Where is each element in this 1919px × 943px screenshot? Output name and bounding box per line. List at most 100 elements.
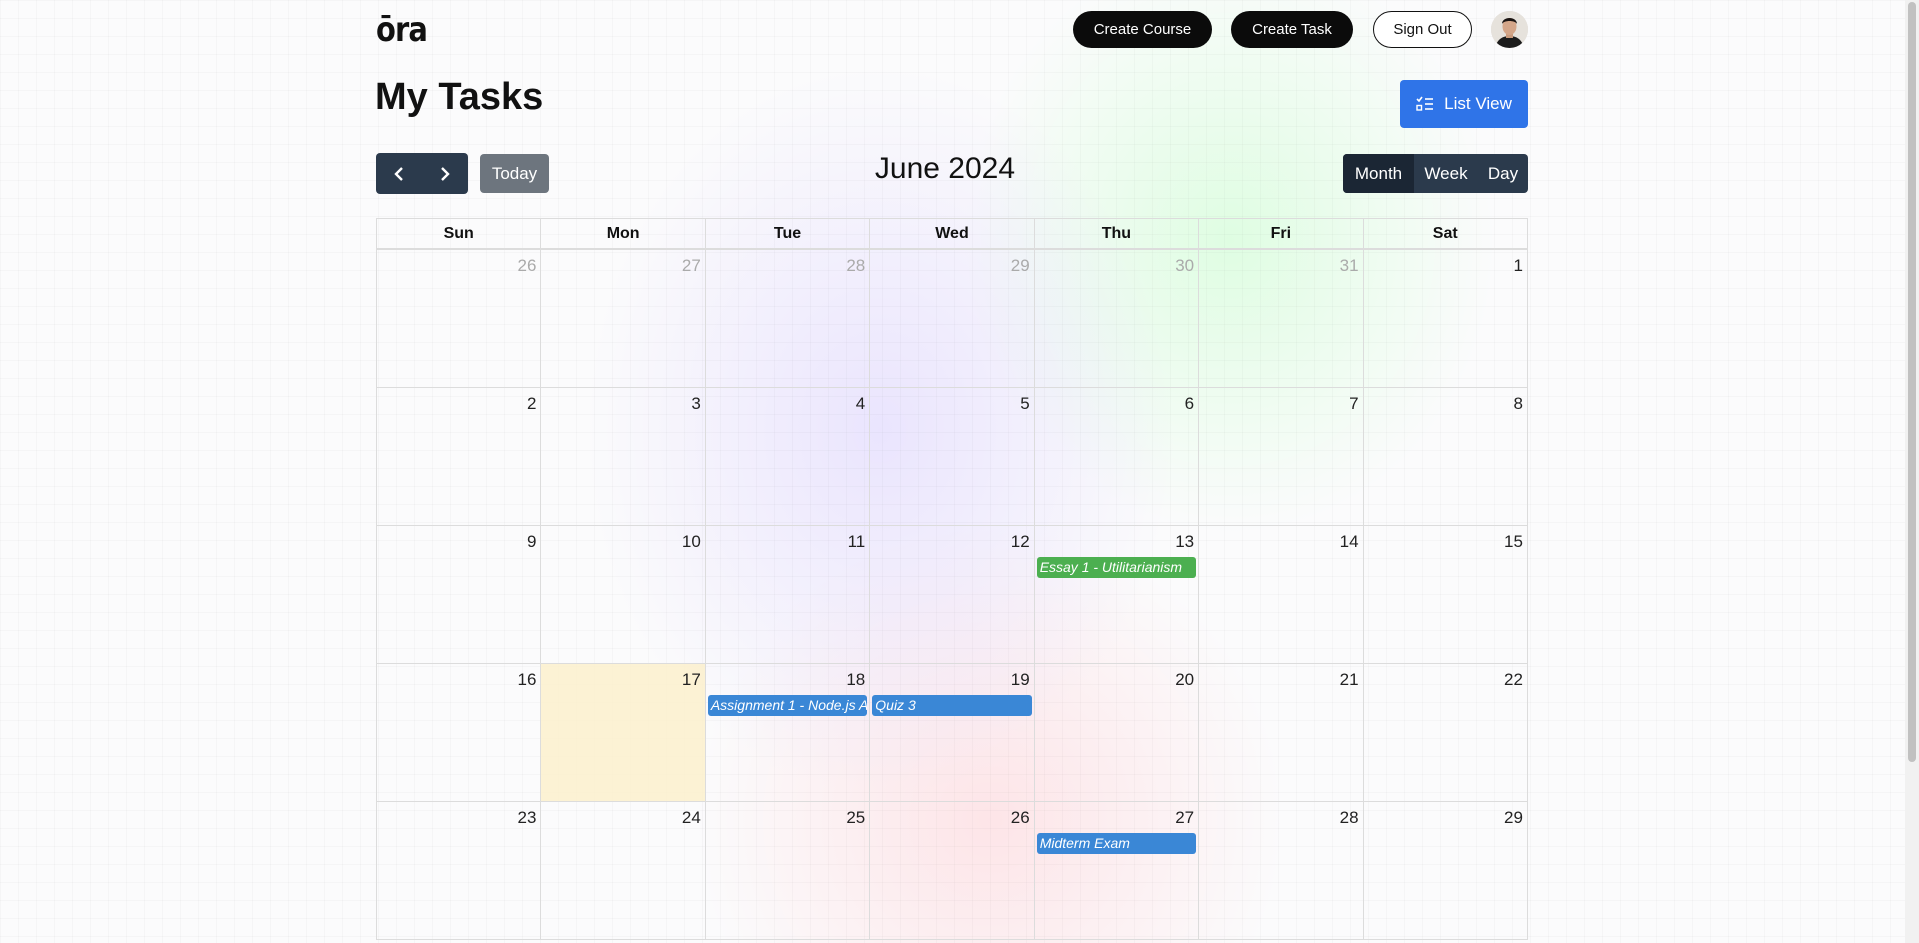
calendar-day-cell[interactable]: 10: [540, 526, 704, 663]
day-number[interactable]: 30: [1175, 256, 1194, 276]
month-title-container: June 2024: [0, 152, 1890, 186]
calendar-week-row: 2 3 4 5 6 7 8: [377, 387, 1527, 525]
calendar-event[interactable]: Assignment 1 - Node.js App: [707, 695, 868, 716]
calendar-week-row: 23 24 25 26 27 Midterm Exam 28 29: [377, 801, 1527, 939]
calendar-day-cell[interactable]: 19 Quiz 3: [869, 664, 1033, 801]
calendar-header: Sun Mon Tue Wed Thu Fri Sat: [376, 218, 1528, 248]
scrollbar-thumb[interactable]: [1908, 2, 1916, 762]
create-course-button[interactable]: Create Course: [1073, 11, 1212, 48]
calendar-day-cell[interactable]: 12: [869, 526, 1033, 663]
calendar-event[interactable]: Essay 1 - Utilitarianism: [1036, 557, 1197, 578]
calendar-day-cell[interactable]: 16: [377, 664, 540, 801]
day-number[interactable]: 1: [1513, 256, 1522, 276]
day-number[interactable]: 26: [518, 256, 537, 276]
day-number[interactable]: 24: [682, 808, 701, 828]
day-number[interactable]: 19: [1011, 670, 1030, 690]
calendar-day-cell[interactable]: 31: [1198, 250, 1362, 387]
calendar-day-cell[interactable]: 24: [540, 802, 704, 939]
chevron-right-icon: [441, 166, 450, 181]
day-number[interactable]: 13: [1175, 532, 1194, 552]
page-title: My Tasks: [375, 76, 544, 118]
calendar-day-cell[interactable]: 23: [377, 802, 540, 939]
day-number[interactable]: 20: [1175, 670, 1194, 690]
day-number[interactable]: 8: [1513, 394, 1522, 414]
today-button[interactable]: Today: [480, 154, 549, 193]
calendar-day-cell[interactable]: 8: [1362, 388, 1527, 525]
calendar-day-cell[interactable]: 26: [869, 802, 1033, 939]
day-number[interactable]: 29: [1011, 256, 1030, 276]
calendar-day-cell[interactable]: 27 Midterm Exam: [1033, 802, 1198, 939]
day-of-week-header: Wed: [869, 219, 1033, 248]
calendar-day-cell[interactable]: 28: [704, 250, 869, 387]
calendar-event[interactable]: Midterm Exam: [1036, 833, 1197, 854]
day-number[interactable]: 6: [1185, 394, 1194, 414]
calendar-day-cell[interactable]: 6: [1033, 388, 1198, 525]
page-scrollbar[interactable]: [1905, 0, 1919, 943]
prev-month-button[interactable]: [376, 153, 422, 194]
calendar-day-cell[interactable]: 2: [377, 388, 540, 525]
view-week-button[interactable]: Week: [1414, 154, 1478, 193]
calendar-day-cell[interactable]: 9: [377, 526, 540, 663]
day-number[interactable]: 28: [1340, 808, 1359, 828]
calendar-day-cell[interactable]: 14: [1198, 526, 1362, 663]
day-number[interactable]: 26: [1011, 808, 1030, 828]
day-number[interactable]: 7: [1349, 394, 1358, 414]
next-month-button[interactable]: [422, 153, 468, 194]
calendar-day-cell[interactable]: 18 Assignment 1 - Node.js App: [704, 664, 869, 801]
calendar-day-cell[interactable]: 15: [1362, 526, 1527, 663]
calendar-day-cell[interactable]: 4: [704, 388, 869, 525]
day-number[interactable]: 11: [848, 532, 866, 552]
calendar-day-cell[interactable]: 5: [869, 388, 1033, 525]
calendar-day-cell[interactable]: 26: [377, 250, 540, 387]
day-number[interactable]: 4: [856, 394, 865, 414]
calendar-week-row: 16 17 18 Assignment 1 - Node.js App 19 Quiz 3…: [377, 663, 1527, 801]
day-number[interactable]: 14: [1340, 532, 1359, 552]
view-day-button[interactable]: Day: [1478, 154, 1528, 193]
day-number[interactable]: 3: [691, 394, 700, 414]
list-view-label: List View: [1444, 94, 1512, 113]
calendar-body: 26 27 28 29 30 31 1 2 3 4 5 6 7 8 9 10 11 12 13 Essay 1 - U…: [376, 248, 1528, 940]
list-view-button[interactable]: List View: [1400, 80, 1528, 128]
day-number[interactable]: 16: [518, 670, 537, 690]
day-number[interactable]: 18: [846, 670, 865, 690]
calendar-day-cell[interactable]: 3: [540, 388, 704, 525]
calendar-day-cell[interactable]: 20: [1033, 664, 1198, 801]
day-number[interactable]: 9: [527, 532, 536, 552]
day-number[interactable]: 29: [1504, 808, 1523, 828]
day-number[interactable]: 5: [1020, 394, 1029, 414]
day-number[interactable]: 27: [1175, 808, 1194, 828]
app-logo[interactable]: ōra: [376, 12, 428, 48]
day-number[interactable]: 27: [682, 256, 701, 276]
day-number[interactable]: 25: [846, 808, 865, 828]
calendar-day-cell[interactable]: 21: [1198, 664, 1362, 801]
calendar-event[interactable]: Quiz 3: [872, 695, 1032, 716]
create-task-button[interactable]: Create Task: [1231, 11, 1353, 48]
day-number[interactable]: 2: [527, 394, 536, 414]
calendar-day-cell[interactable]: 1: [1362, 250, 1527, 387]
calendar-day-cell[interactable]: 7: [1198, 388, 1362, 525]
day-number[interactable]: 22: [1504, 670, 1523, 690]
user-avatar[interactable]: [1491, 11, 1528, 48]
calendar-day-cell[interactable]: 22: [1362, 664, 1527, 801]
day-number[interactable]: 28: [846, 256, 865, 276]
day-number[interactable]: 31: [1340, 256, 1359, 276]
calendar-day-cell[interactable]: 13 Essay 1 - Utilitarianism: [1033, 526, 1198, 663]
day-number[interactable]: 17: [682, 670, 701, 690]
chevron-left-icon: [394, 166, 403, 181]
calendar-day-cell-today[interactable]: 17: [540, 664, 705, 801]
calendar-day-cell[interactable]: 25: [704, 802, 869, 939]
calendar-day-cell[interactable]: 27: [540, 250, 704, 387]
day-number[interactable]: 21: [1340, 670, 1359, 690]
calendar-day-cell[interactable]: 28: [1198, 802, 1362, 939]
day-number[interactable]: 15: [1504, 532, 1523, 552]
avatar-image: [1491, 11, 1528, 48]
day-number[interactable]: 10: [682, 532, 701, 552]
calendar-day-cell[interactable]: 29: [1362, 802, 1527, 939]
sign-out-button[interactable]: Sign Out: [1373, 11, 1472, 48]
view-month-button[interactable]: Month: [1343, 154, 1414, 193]
calendar-day-cell[interactable]: 29: [869, 250, 1033, 387]
calendar-day-cell[interactable]: 11: [704, 526, 869, 663]
calendar-day-cell[interactable]: 30: [1033, 250, 1198, 387]
day-number[interactable]: 12: [1011, 532, 1030, 552]
day-number[interactable]: 23: [518, 808, 537, 828]
